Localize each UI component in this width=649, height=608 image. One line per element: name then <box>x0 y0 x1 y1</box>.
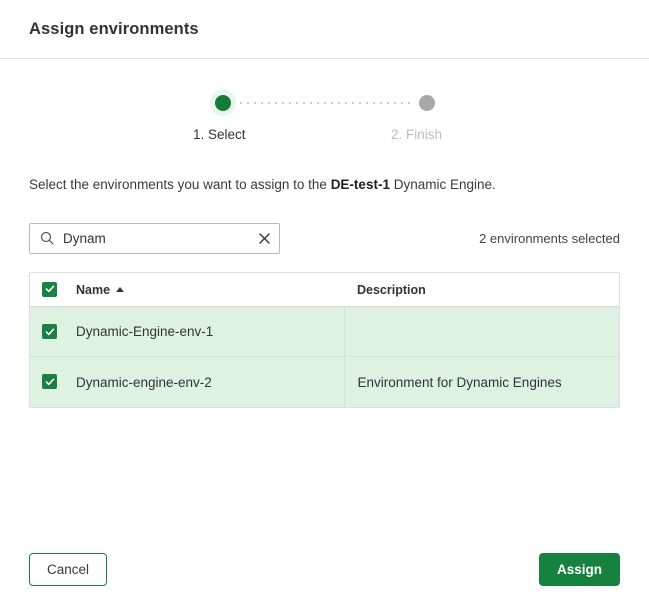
step-dot-inactive-icon <box>418 95 435 111</box>
stepper-label-select: 1. Select <box>193 127 246 142</box>
close-icon[interactable] <box>257 231 271 245</box>
dialog-header: Assign environments <box>0 0 649 59</box>
row-select-cell <box>30 306 76 358</box>
instruction-text: Select the environments you want to assi… <box>29 176 620 195</box>
row-select-cell <box>30 357 76 407</box>
stepper-track <box>29 90 620 116</box>
row-checkbox[interactable] <box>42 374 57 390</box>
column-header-name-label: Name <box>76 282 111 297</box>
select-all-checkbox[interactable] <box>42 281 57 297</box>
row-checkbox[interactable] <box>42 324 57 340</box>
search-input[interactable] <box>63 230 257 246</box>
column-header-name[interactable]: Name <box>76 272 344 308</box>
column-header-description[interactable]: Description <box>344 272 619 308</box>
table-row[interactable]: Dynamic-engine-env-2 Environment for Dyn… <box>30 356 619 407</box>
search-icon <box>40 231 54 245</box>
step-dot-active-icon <box>214 95 231 111</box>
table-row[interactable]: Dynamic-Engine-env-1 <box>30 306 619 358</box>
environments-table: Name Description Dynamic-Engine-env-1 Dy… <box>29 271 620 408</box>
dialog-footer: Cancel Assign <box>0 530 649 608</box>
assign-environments-dialog: Assign environments 1. Select 2. Finish … <box>0 0 649 608</box>
stepper-step-1[interactable] <box>209 90 236 116</box>
wizard-stepper: 1. Select 2. Finish <box>29 90 620 156</box>
stepper-step-2[interactable] <box>414 90 440 116</box>
row-name-cell: Dynamic-Engine-env-1 <box>76 306 344 358</box>
select-all-header <box>30 272 76 308</box>
row-description-cell: Environment for Dynamic Engines <box>343 356 619 407</box>
search-box[interactable] <box>29 222 280 254</box>
stepper-label-finish: 2. Finish <box>391 127 443 142</box>
page-title: Assign environments <box>29 19 199 38</box>
cancel-button[interactable]: Cancel <box>29 552 108 586</box>
assign-button[interactable]: Assign <box>538 552 620 586</box>
search-row: 2 environments selected <box>29 222 620 254</box>
column-header-description-label: Description <box>357 282 426 297</box>
selected-count-label: 2 environments selected <box>479 230 620 246</box>
sort-ascending-icon <box>116 287 125 293</box>
dialog-body: 1. Select 2. Finish Select the environme… <box>0 59 649 608</box>
stepper-connector <box>234 102 415 104</box>
row-description-cell <box>343 306 619 358</box>
stepper-labels: 1. Select 2. Finish <box>29 127 620 147</box>
instruction-suffix: Dynamic Engine. <box>389 177 496 192</box>
engine-name: DE-test-1 <box>330 177 390 192</box>
table-header-row: Name Description <box>30 272 619 308</box>
instruction-prefix: Select the environments you want to assi… <box>29 177 331 192</box>
row-name-cell: Dynamic-engine-env-2 <box>76 374 212 390</box>
